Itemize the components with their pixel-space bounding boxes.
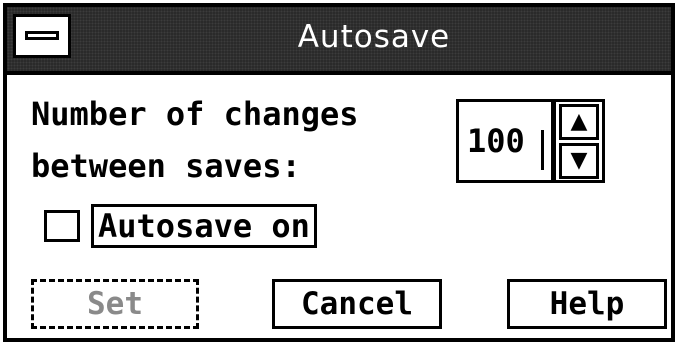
- changes-value-input[interactable]: 100: [467, 102, 525, 180]
- text-cursor: [541, 130, 544, 170]
- cancel-button[interactable]: Cancel: [272, 279, 442, 329]
- set-button[interactable]: Set: [31, 279, 199, 329]
- system-menu-bar: [25, 31, 59, 40]
- arrow-up-icon[interactable]: ▲: [559, 104, 599, 140]
- autosave-checkbox[interactable]: [44, 210, 80, 242]
- changes-label-line2: between saves:: [31, 147, 301, 185]
- system-menu-icon[interactable]: [13, 14, 71, 58]
- title-bar: Autosave: [7, 7, 671, 75]
- changes-spinbutton[interactable]: 100 ▲ ▼: [456, 99, 605, 183]
- autosave-checkbox-label[interactable]: Autosave on: [91, 204, 317, 248]
- dialog-title: Autosave: [297, 19, 451, 55]
- changes-label-line1: Number of changes: [31, 95, 359, 133]
- arrow-down-icon[interactable]: ▼: [559, 143, 599, 179]
- spin-separator: [551, 102, 556, 180]
- help-button[interactable]: Help: [507, 279, 667, 329]
- autosave-dialog: Autosave Number of changes between saves…: [3, 3, 675, 342]
